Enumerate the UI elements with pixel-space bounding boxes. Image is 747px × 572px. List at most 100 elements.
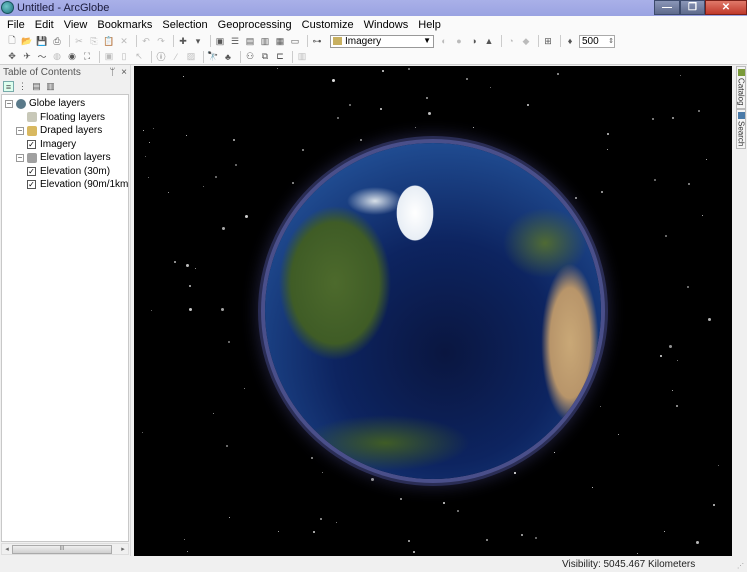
delete-icon[interactable]: ✕	[118, 35, 130, 47]
cut-icon[interactable]: ✂	[73, 35, 85, 47]
close-panel-icon[interactable]: ×	[121, 67, 127, 78]
new-icon[interactable]: 🗋	[6, 35, 18, 47]
list-by-visibility-icon[interactable]: ▤	[31, 81, 42, 92]
collapse-icon[interactable]: −	[16, 126, 24, 135]
layer-checkbox[interactable]: ✓	[27, 180, 36, 189]
toc-horizontal-scrollbar[interactable]: ◂ III ▸	[1, 543, 129, 555]
shading-icon[interactable]: ◔	[505, 35, 517, 47]
add-data-icon[interactable]: ✚	[177, 35, 189, 47]
menu-customize[interactable]: Customize	[302, 19, 354, 31]
python-window-icon[interactable]: ▭	[289, 35, 301, 47]
find-icon[interactable]: 🔭	[207, 51, 219, 63]
star	[426, 97, 428, 100]
resize-grip-icon[interactable]: ⋰	[737, 562, 745, 570]
fly-icon[interactable]: ✈	[21, 51, 33, 63]
paste-icon[interactable]: 📋	[103, 35, 115, 47]
layer-order-icon[interactable]: ◆	[520, 35, 532, 47]
scroll-right-icon[interactable]: ▸	[118, 545, 128, 553]
lighting-icon[interactable]: ▲	[483, 35, 495, 47]
layer-transparency-icon[interactable]: ◑	[468, 35, 480, 47]
redo-icon[interactable]: ↷	[155, 35, 167, 47]
scroll-left-icon[interactable]: ◂	[2, 545, 12, 553]
close-button[interactable]: ✕	[705, 0, 747, 15]
maximize-button[interactable]: ❐	[680, 0, 705, 15]
layer-label: Elevation (30m)	[40, 165, 111, 177]
bookmark-manager-icon[interactable]: ⊏	[274, 51, 286, 63]
measure-icon[interactable]: ▨	[185, 51, 197, 63]
table-of-contents-icon[interactable]: ☰	[229, 35, 241, 47]
save-icon[interactable]: 💾	[36, 35, 48, 47]
star	[301, 149, 304, 152]
layer-checkbox[interactable]: ✓	[27, 166, 36, 176]
earth-globe[interactable]	[265, 143, 601, 479]
star	[705, 158, 707, 160]
layer-checkbox[interactable]: ✓	[27, 139, 36, 149]
clear-selection-icon[interactable]: ▯	[118, 51, 130, 63]
layer-tree-item[interactable]: ✓ Elevation (90m/1km)	[27, 178, 128, 191]
animation-icon[interactable]: ⚇	[244, 51, 256, 63]
navigate-icon[interactable]: ✥	[6, 51, 18, 63]
menu-file[interactable]: File	[7, 19, 25, 31]
model-builder-icon[interactable]: ⊶	[311, 35, 323, 47]
elevation-layer-icon	[27, 152, 37, 163]
select-elements-icon[interactable]: ↖	[133, 51, 145, 63]
altitude-icon[interactable]: ♦	[564, 35, 576, 47]
collapse-icon[interactable]: −	[5, 99, 13, 108]
open-icon[interactable]: 📂	[21, 35, 33, 47]
undo-icon[interactable]: ↶	[140, 35, 152, 47]
menu-selection[interactable]: Selection	[162, 19, 207, 31]
minimize-button[interactable]: —	[654, 0, 680, 15]
north-icon[interactable]: ⛶	[81, 51, 93, 63]
layer-tree-item[interactable]: − Globe layers	[5, 97, 85, 110]
vertical-exaggeration-icon[interactable]: ⊞	[542, 35, 554, 47]
graphics-icon[interactable]: ▥	[296, 51, 308, 63]
spinner-icon[interactable]: ⇕	[608, 37, 614, 45]
flicker-icon[interactable]: ●	[453, 35, 465, 47]
star	[151, 309, 153, 311]
layer-tree-item[interactable]: − Elevation layers	[16, 151, 111, 164]
layer-tree-item[interactable]: ✓ Elevation (30m)	[27, 165, 110, 178]
arctoolbox-icon[interactable]: ▦	[274, 35, 286, 47]
altitude-input[interactable]: 500 ⇕	[579, 34, 615, 48]
toolbar-separator	[307, 35, 308, 47]
catalog-window-icon[interactable]: ▤	[244, 35, 256, 47]
collapse-icon[interactable]: −	[16, 153, 24, 162]
list-by-type-icon[interactable]: ⋮	[17, 81, 28, 92]
menu-windows[interactable]: Windows	[364, 19, 409, 31]
star	[527, 103, 530, 106]
toolbar-separator	[69, 35, 70, 47]
layer-tree-item[interactable]: Floating layers	[16, 111, 105, 124]
layer-dropdown[interactable]: Imagery ▼	[330, 34, 434, 48]
menu-view[interactable]: View	[64, 19, 88, 31]
menu-bookmarks[interactable]: Bookmarks	[97, 19, 152, 31]
list-by-cache-icon[interactable]: ▥	[45, 81, 56, 92]
menu-edit[interactable]: Edit	[35, 19, 54, 31]
globe-display[interactable]	[134, 66, 732, 556]
full-extent-icon[interactable]: ◉	[66, 51, 78, 63]
dropdown-arrow-icon[interactable]: ▾	[192, 35, 204, 47]
print-icon[interactable]: ⎙	[51, 35, 63, 47]
select-features-icon[interactable]: ▣	[103, 51, 115, 63]
identify-icon[interactable]: ⓘ	[155, 51, 167, 63]
list-by-drawing-order-icon[interactable]: ≡	[3, 81, 14, 92]
catalog-tab[interactable]: Catalog	[736, 66, 746, 109]
create-viewer-icon[interactable]: ⧉	[259, 51, 271, 63]
star	[380, 108, 383, 111]
menu-help[interactable]: Help	[418, 19, 441, 31]
layer-tree-item[interactable]: ✓ Imagery	[27, 138, 76, 151]
menu-geoprocessing[interactable]: Geoprocessing	[218, 19, 292, 31]
layer-tree-item[interactable]: − Draped layers	[16, 124, 102, 137]
scroll-thumb[interactable]: III	[12, 544, 112, 554]
globe-properties-icon[interactable]: ▣	[214, 35, 226, 47]
copy-icon[interactable]: ⎘	[88, 35, 100, 47]
swipe-icon[interactable]: ◐	[438, 35, 450, 47]
pin-icon[interactable]: ᛘ	[109, 67, 115, 78]
target-center-icon[interactable]: 〜	[36, 51, 48, 63]
star	[712, 503, 715, 506]
search-window-icon[interactable]: ▥	[259, 35, 271, 47]
observer-icon[interactable]: ♣	[222, 51, 234, 63]
catalog-icon	[737, 69, 745, 76]
zoom-to-target-icon[interactable]: ◍	[51, 51, 63, 63]
html-popup-icon[interactable]: ⁄	[170, 51, 182, 63]
search-tab[interactable]: Search	[736, 108, 746, 149]
